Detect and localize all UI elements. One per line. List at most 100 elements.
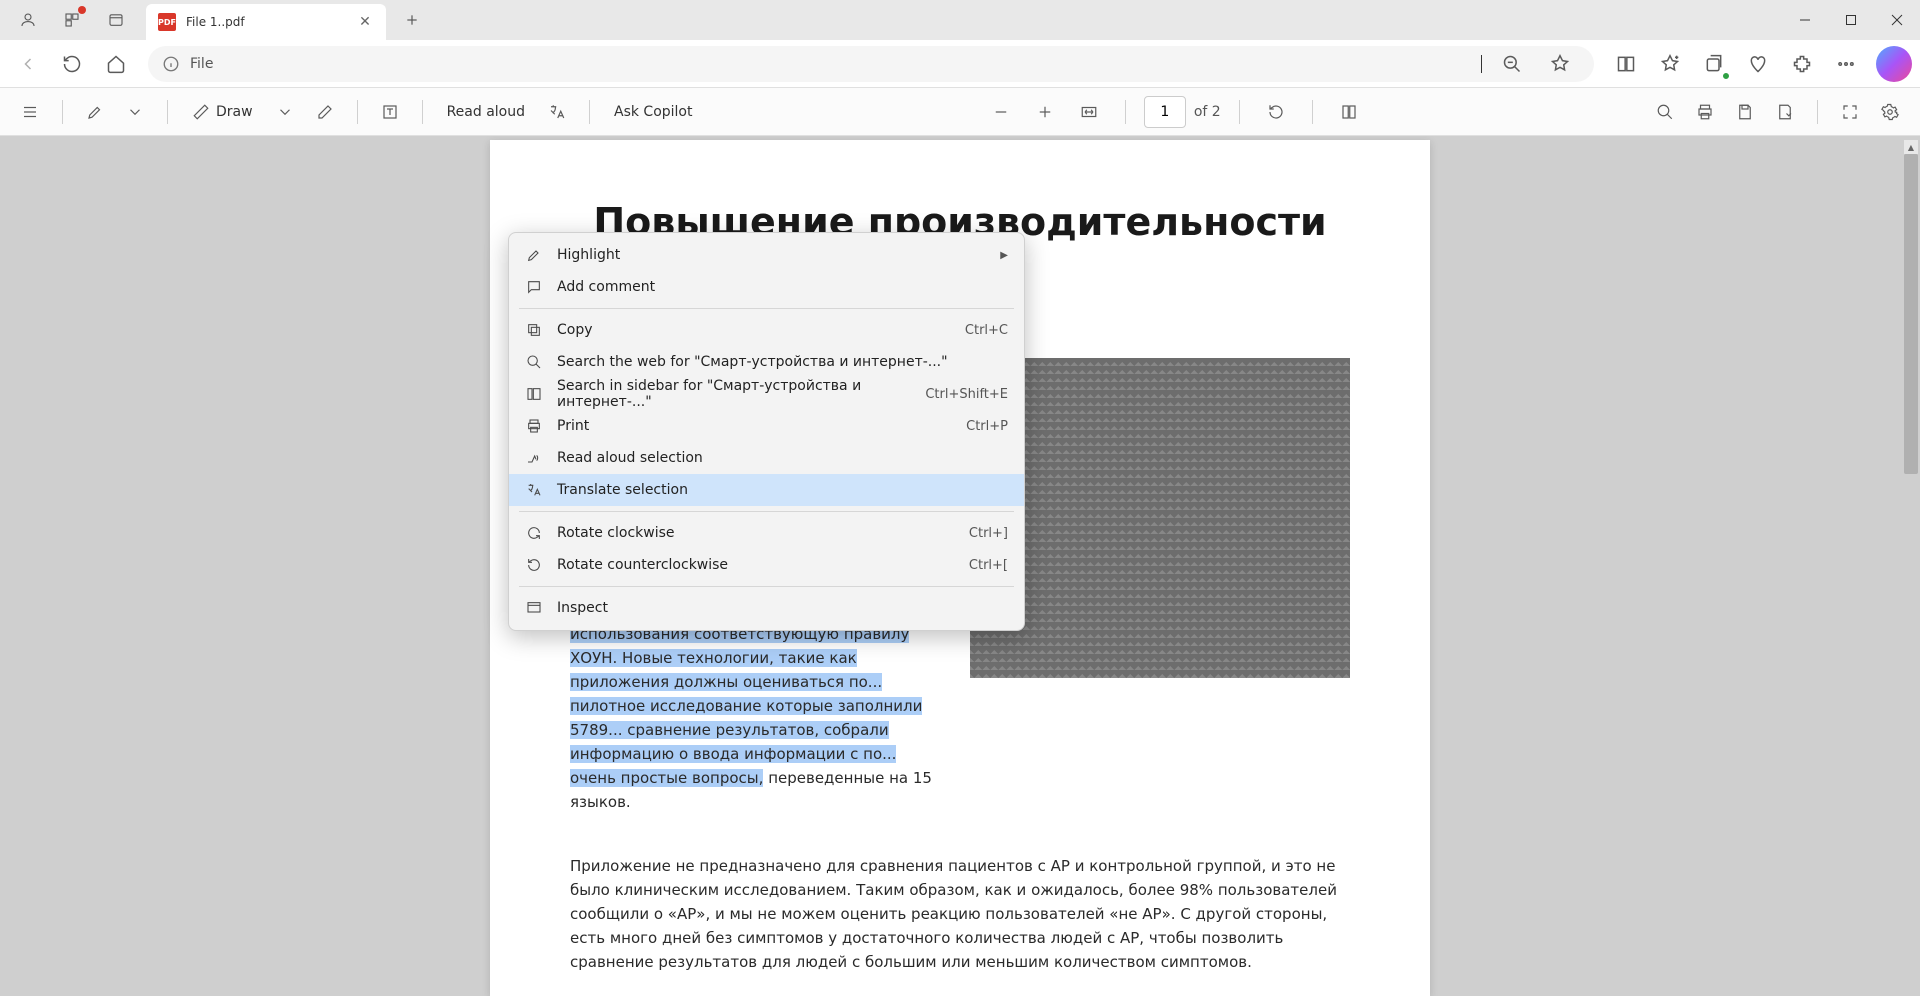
navbar: File	[0, 40, 1920, 88]
draw-button[interactable]: Draw	[182, 94, 263, 130]
menu-rotate-cw-label: Rotate clockwise	[557, 525, 955, 541]
address-text: File	[190, 56, 1465, 72]
page-input[interactable]	[1144, 96, 1186, 128]
highlight-icon	[525, 246, 543, 264]
menu-search-web[interactable]: Search the web for "Смарт-устройства и и…	[509, 346, 1024, 378]
browser-tab[interactable]: PDF File 1..pdf ✕	[146, 4, 386, 40]
highlight-dropdown[interactable]	[117, 94, 153, 130]
zoom-in-button[interactable]	[1027, 94, 1063, 130]
draw-dropdown[interactable]	[267, 94, 303, 130]
menu-copy-label: Copy	[557, 322, 951, 338]
menu-search-sidebar-label: Search in sidebar for "Смарт-устройства …	[557, 378, 911, 410]
minimize-button[interactable]	[1782, 0, 1828, 40]
zoom-out-button[interactable]	[983, 94, 1019, 130]
copy-icon	[525, 321, 543, 339]
scroll-up-button[interactable]: ▲	[1904, 140, 1918, 154]
favorites-hub-button[interactable]	[1650, 44, 1690, 84]
tab-actions-button[interactable]	[96, 0, 136, 40]
split-screen-button[interactable]	[1606, 44, 1646, 84]
print-icon	[525, 417, 543, 435]
profile-button[interactable]	[8, 0, 48, 40]
settings-button[interactable]	[1872, 94, 1908, 130]
menu-print[interactable]: Print Ctrl+P	[509, 410, 1024, 442]
find-button[interactable]	[1647, 94, 1683, 130]
menu-copy[interactable]: Copy Ctrl+C	[509, 314, 1024, 346]
document-image	[970, 358, 1350, 678]
menu-search-sidebar[interactable]: Search in sidebar for "Смарт-устройства …	[509, 378, 1024, 410]
menu-add-comment-label: Add comment	[557, 279, 1008, 295]
menu-translate-label: Translate selection	[557, 482, 1008, 498]
page-view-button[interactable]	[1331, 94, 1367, 130]
text-tool-button[interactable]	[372, 94, 408, 130]
copilot-button[interactable]	[1876, 46, 1912, 82]
fit-width-button[interactable]	[1071, 94, 1107, 130]
print-button[interactable]	[1687, 94, 1723, 130]
workspaces-button[interactable]	[52, 0, 92, 40]
collections-button[interactable]	[1694, 44, 1734, 84]
rotate-button[interactable]	[1258, 94, 1294, 130]
more-menu-button[interactable]	[1826, 44, 1866, 84]
menu-print-shortcut: Ctrl+P	[966, 419, 1008, 434]
close-window-button[interactable]	[1874, 0, 1920, 40]
notification-dot	[78, 6, 86, 14]
context-menu: Highlight ▶ Add comment Copy Ctrl+C Sear…	[508, 232, 1025, 631]
menu-rotate-ccw[interactable]: Rotate counterclockwise Ctrl+[	[509, 549, 1024, 581]
menu-rotate-ccw-shortcut: Ctrl+[	[969, 558, 1008, 573]
submenu-arrow-icon: ▶	[1000, 250, 1008, 261]
menu-separator	[519, 308, 1014, 309]
read-aloud-label: Read aloud	[447, 104, 525, 120]
contents-button[interactable]	[12, 94, 48, 130]
menu-highlight[interactable]: Highlight ▶	[509, 239, 1024, 271]
refresh-button[interactable]	[52, 44, 92, 84]
menu-translate[interactable]: Translate selection	[509, 474, 1024, 506]
comment-icon	[525, 278, 543, 296]
menu-rotate-cw-shortcut: Ctrl+]	[969, 526, 1008, 541]
highlight-tool-button[interactable]	[77, 94, 113, 130]
ask-copilot-button[interactable]: Ask Copilot	[604, 94, 703, 130]
translate-button[interactable]	[539, 94, 575, 130]
address-bar[interactable]: File	[148, 46, 1594, 82]
rotate-cw-icon	[525, 524, 543, 542]
read-aloud-button[interactable]: Read aloud	[437, 94, 535, 130]
ask-copilot-label: Ask Copilot	[614, 104, 693, 120]
paragraph-2: Приложение не предназначено для сравнени…	[570, 854, 1350, 974]
menu-copy-shortcut: Ctrl+C	[965, 323, 1008, 338]
browser-essentials-button[interactable]	[1738, 44, 1778, 84]
titlebar: PDF File 1..pdf ✕	[0, 0, 1920, 40]
tab-title: File 1..pdf	[186, 15, 346, 29]
menu-search-web-label: Search the web for "Смарт-устройства и и…	[557, 354, 1008, 370]
erase-button[interactable]	[307, 94, 343, 130]
rotate-ccw-icon	[525, 556, 543, 574]
pdf-toolbar: Draw Read aloud Ask Copilot of 2	[0, 88, 1920, 136]
extensions-button[interactable]	[1782, 44, 1822, 84]
home-button[interactable]	[96, 44, 136, 84]
favorite-button[interactable]	[1540, 44, 1580, 84]
cursor-caret	[1481, 55, 1482, 73]
menu-separator	[519, 511, 1014, 512]
fullscreen-button[interactable]	[1832, 94, 1868, 130]
menu-search-sidebar-shortcut: Ctrl+Shift+E	[925, 387, 1008, 402]
menu-rotate-ccw-label: Rotate counterclockwise	[557, 557, 955, 573]
zoom-out-addr-button[interactable]	[1492, 44, 1532, 84]
tab-close-button[interactable]: ✕	[356, 13, 374, 31]
page-total: of 2	[1194, 104, 1221, 120]
maximize-button[interactable]	[1828, 0, 1874, 40]
save-as-button[interactable]	[1767, 94, 1803, 130]
collections-dot	[1722, 72, 1730, 80]
search-icon	[525, 353, 543, 371]
menu-add-comment[interactable]: Add comment	[509, 271, 1024, 303]
vertical-scrollbar[interactable]: ▲	[1904, 140, 1918, 996]
menu-read-aloud[interactable]: Read aloud selection	[509, 442, 1024, 474]
new-tab-button[interactable]	[396, 4, 428, 36]
back-button[interactable]	[8, 44, 48, 84]
scroll-thumb[interactable]	[1904, 154, 1918, 474]
translate-icon	[525, 481, 543, 499]
sidebar-search-icon	[525, 385, 543, 403]
menu-separator	[519, 586, 1014, 587]
menu-inspect[interactable]: Inspect	[509, 592, 1024, 624]
menu-rotate-cw[interactable]: Rotate clockwise Ctrl+]	[509, 517, 1024, 549]
menu-print-label: Print	[557, 418, 952, 434]
pdf-icon: PDF	[158, 13, 176, 31]
save-button[interactable]	[1727, 94, 1763, 130]
file-info-icon	[162, 55, 180, 73]
